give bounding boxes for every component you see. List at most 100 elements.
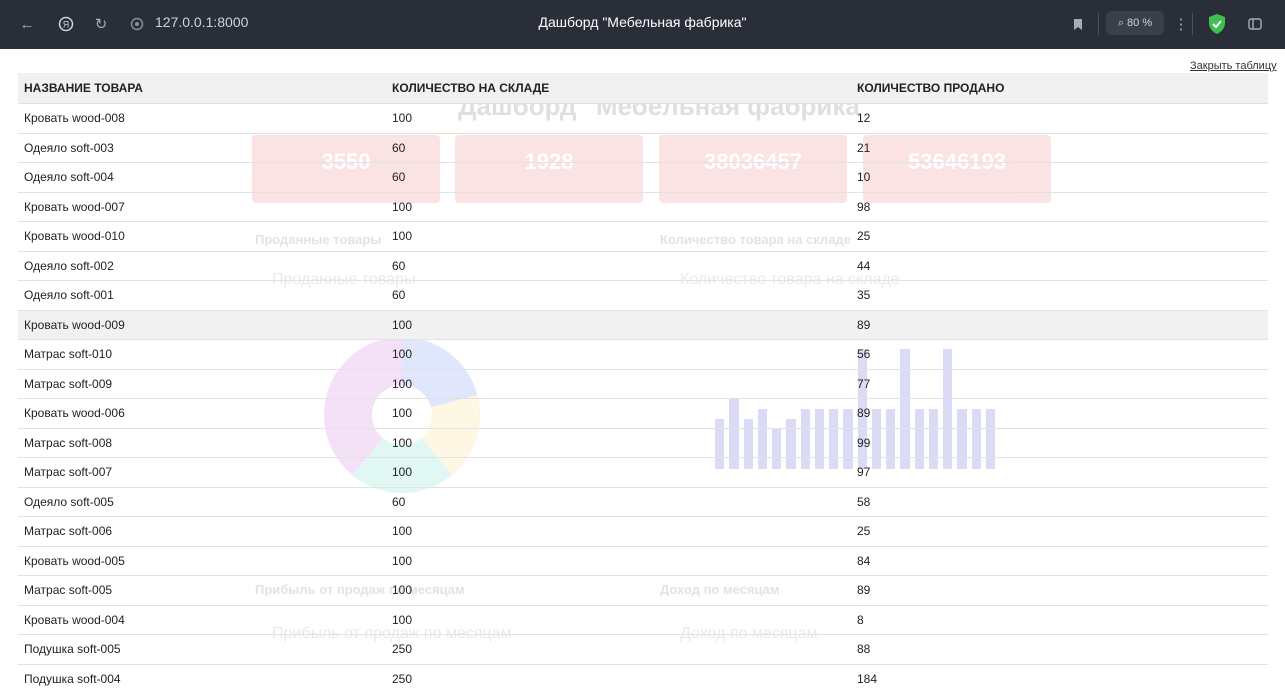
table-row[interactable]: Подушка soft-004250184 — [18, 664, 1268, 693]
cell-product-name: Одеяло soft-001 — [18, 281, 386, 311]
table-row[interactable]: Кровать wood-01010025 — [18, 222, 1268, 252]
cell-stock-qty: 60 — [386, 163, 851, 193]
cell-sold-qty: 98 — [851, 192, 1268, 222]
reload-icon[interactable]: ↻ — [92, 15, 110, 33]
cell-sold-qty: 10 — [851, 163, 1268, 193]
cell-product-name: Подушка soft-005 — [18, 635, 386, 665]
table-row[interactable]: Матрас soft-00610025 — [18, 517, 1268, 547]
cell-product-name: Матрас soft-005 — [18, 576, 386, 606]
toolbar-divider — [1192, 13, 1193, 35]
site-info-icon[interactable] — [128, 15, 146, 33]
table-row[interactable]: Кровать wood-00810012 — [18, 104, 1268, 134]
table-row[interactable]: Матрас soft-00710097 — [18, 458, 1268, 488]
cell-stock-qty: 100 — [386, 369, 851, 399]
cell-stock-qty: 250 — [386, 635, 851, 665]
column-header-sold[interactable]: КОЛИЧЕСТВО ПРОДАНО — [851, 73, 1268, 104]
cell-sold-qty: 89 — [851, 576, 1268, 606]
cell-sold-qty: 44 — [851, 251, 1268, 281]
cell-sold-qty: 58 — [851, 487, 1268, 517]
cell-sold-qty: 84 — [851, 546, 1268, 576]
table-row[interactable]: Матрас soft-00910077 — [18, 369, 1268, 399]
extensions-icon[interactable] — [1246, 15, 1264, 33]
zoom-indicator[interactable]: ⌕ 80 % — [1106, 11, 1164, 35]
table-row[interactable]: Матрас soft-00510089 — [18, 576, 1268, 606]
cell-sold-qty: 184 — [851, 664, 1268, 693]
cell-sold-qty: 8 — [851, 605, 1268, 635]
cell-product-name: Кровать wood-009 — [18, 310, 386, 340]
cell-sold-qty: 97 — [851, 458, 1268, 488]
cell-product-name: Одеяло soft-005 — [18, 487, 386, 517]
column-header-name[interactable]: НАЗВАНИЕ ТОВАРА — [18, 73, 386, 104]
cell-product-name: Матрас soft-006 — [18, 517, 386, 547]
cell-sold-qty: 88 — [851, 635, 1268, 665]
cell-stock-qty: 100 — [386, 458, 851, 488]
cell-stock-qty: 60 — [386, 251, 851, 281]
cell-sold-qty: 21 — [851, 133, 1268, 163]
zoom-level: 80 % — [1127, 17, 1152, 29]
table-row[interactable]: Кровать wood-00610089 — [18, 399, 1268, 429]
cell-product-name: Кровать wood-008 — [18, 104, 386, 134]
table-row[interactable]: Одеяло soft-0056058 — [18, 487, 1268, 517]
cell-product-name: Кровать wood-010 — [18, 222, 386, 252]
cell-stock-qty: 100 — [386, 605, 851, 635]
toolbar-divider — [1098, 13, 1099, 35]
cell-product-name: Матрас soft-008 — [18, 428, 386, 458]
cell-sold-qty: 99 — [851, 428, 1268, 458]
bookmark-icon[interactable] — [1069, 15, 1087, 33]
table-row[interactable]: Кровать wood-00910089 — [18, 310, 1268, 340]
cell-stock-qty: 100 — [386, 104, 851, 134]
table-row[interactable]: Матрас soft-01010056 — [18, 340, 1268, 370]
cell-stock-qty: 100 — [386, 310, 851, 340]
browser-toolbar: ← Я ↻ 127.0.0.1:8000 Дашборд "Мебельная … — [0, 0, 1285, 49]
back-arrow-icon[interactable]: ← — [18, 15, 36, 33]
cell-sold-qty: 25 — [851, 222, 1268, 252]
table-row[interactable]: Кровать wood-00710098 — [18, 192, 1268, 222]
cell-product-name: Матрас soft-007 — [18, 458, 386, 488]
cell-product-name: Одеяло soft-002 — [18, 251, 386, 281]
table-row[interactable]: Подушка soft-00525088 — [18, 635, 1268, 665]
cell-stock-qty: 250 — [386, 664, 851, 693]
cell-stock-qty: 100 — [386, 428, 851, 458]
close-table-link[interactable]: Закрыть таблицу — [1190, 60, 1277, 72]
cell-stock-qty: 100 — [386, 399, 851, 429]
cell-stock-qty: 60 — [386, 281, 851, 311]
cell-stock-qty: 100 — [386, 222, 851, 252]
table-body: Кровать wood-00810012Одеяло soft-0036021… — [18, 104, 1268, 693]
cell-product-name: Кровать wood-005 — [18, 546, 386, 576]
cell-stock-qty: 100 — [386, 340, 851, 370]
table-row[interactable]: Кровать wood-0041008 — [18, 605, 1268, 635]
cell-sold-qty: 12 — [851, 104, 1268, 134]
cell-sold-qty: 77 — [851, 369, 1268, 399]
cell-product-name: Одеяло soft-003 — [18, 133, 386, 163]
table-row[interactable]: Одеяло soft-0026044 — [18, 251, 1268, 281]
cell-sold-qty: 35 — [851, 281, 1268, 311]
cell-stock-qty: 100 — [386, 576, 851, 606]
column-header-stock[interactable]: КОЛИЧЕСТВО НА СКЛАДЕ — [386, 73, 851, 104]
cell-stock-qty: 60 — [386, 487, 851, 517]
browser-logo-icon[interactable]: Я — [57, 15, 75, 33]
address-bar[interactable]: 127.0.0.1:8000 — [155, 14, 248, 30]
table-header-row: НАЗВАНИЕ ТОВАРА КОЛИЧЕСТВО НА СКЛАДЕ КОЛ… — [18, 73, 1268, 104]
cell-stock-qty: 100 — [386, 192, 851, 222]
cell-sold-qty: 25 — [851, 517, 1268, 547]
cell-sold-qty: 89 — [851, 399, 1268, 429]
products-table: НАЗВАНИЕ ТОВАРА КОЛИЧЕСТВО НА СКЛАДЕ КОЛ… — [18, 73, 1268, 693]
svg-text:Я: Я — [63, 20, 70, 30]
table-row[interactable]: Кровать wood-00510084 — [18, 546, 1268, 576]
protect-shield-icon[interactable] — [1207, 13, 1227, 35]
table-row[interactable]: Одеяло soft-0036021 — [18, 133, 1268, 163]
cell-stock-qty: 60 — [386, 133, 851, 163]
table-row[interactable]: Одеяло soft-0046010 — [18, 163, 1268, 193]
more-options-icon[interactable]: ⋮ — [1172, 15, 1190, 33]
cell-product-name: Кровать wood-006 — [18, 399, 386, 429]
cell-product-name: Матрас soft-010 — [18, 340, 386, 370]
table-row[interactable]: Матрас soft-00810099 — [18, 428, 1268, 458]
cell-product-name: Матрас soft-009 — [18, 369, 386, 399]
cell-sold-qty: 56 — [851, 340, 1268, 370]
table-row[interactable]: Одеяло soft-0016035 — [18, 281, 1268, 311]
cell-product-name: Кровать wood-007 — [18, 192, 386, 222]
cell-sold-qty: 89 — [851, 310, 1268, 340]
cell-stock-qty: 100 — [386, 546, 851, 576]
cell-product-name: Одеяло soft-004 — [18, 163, 386, 193]
cell-product-name: Подушка soft-004 — [18, 664, 386, 693]
